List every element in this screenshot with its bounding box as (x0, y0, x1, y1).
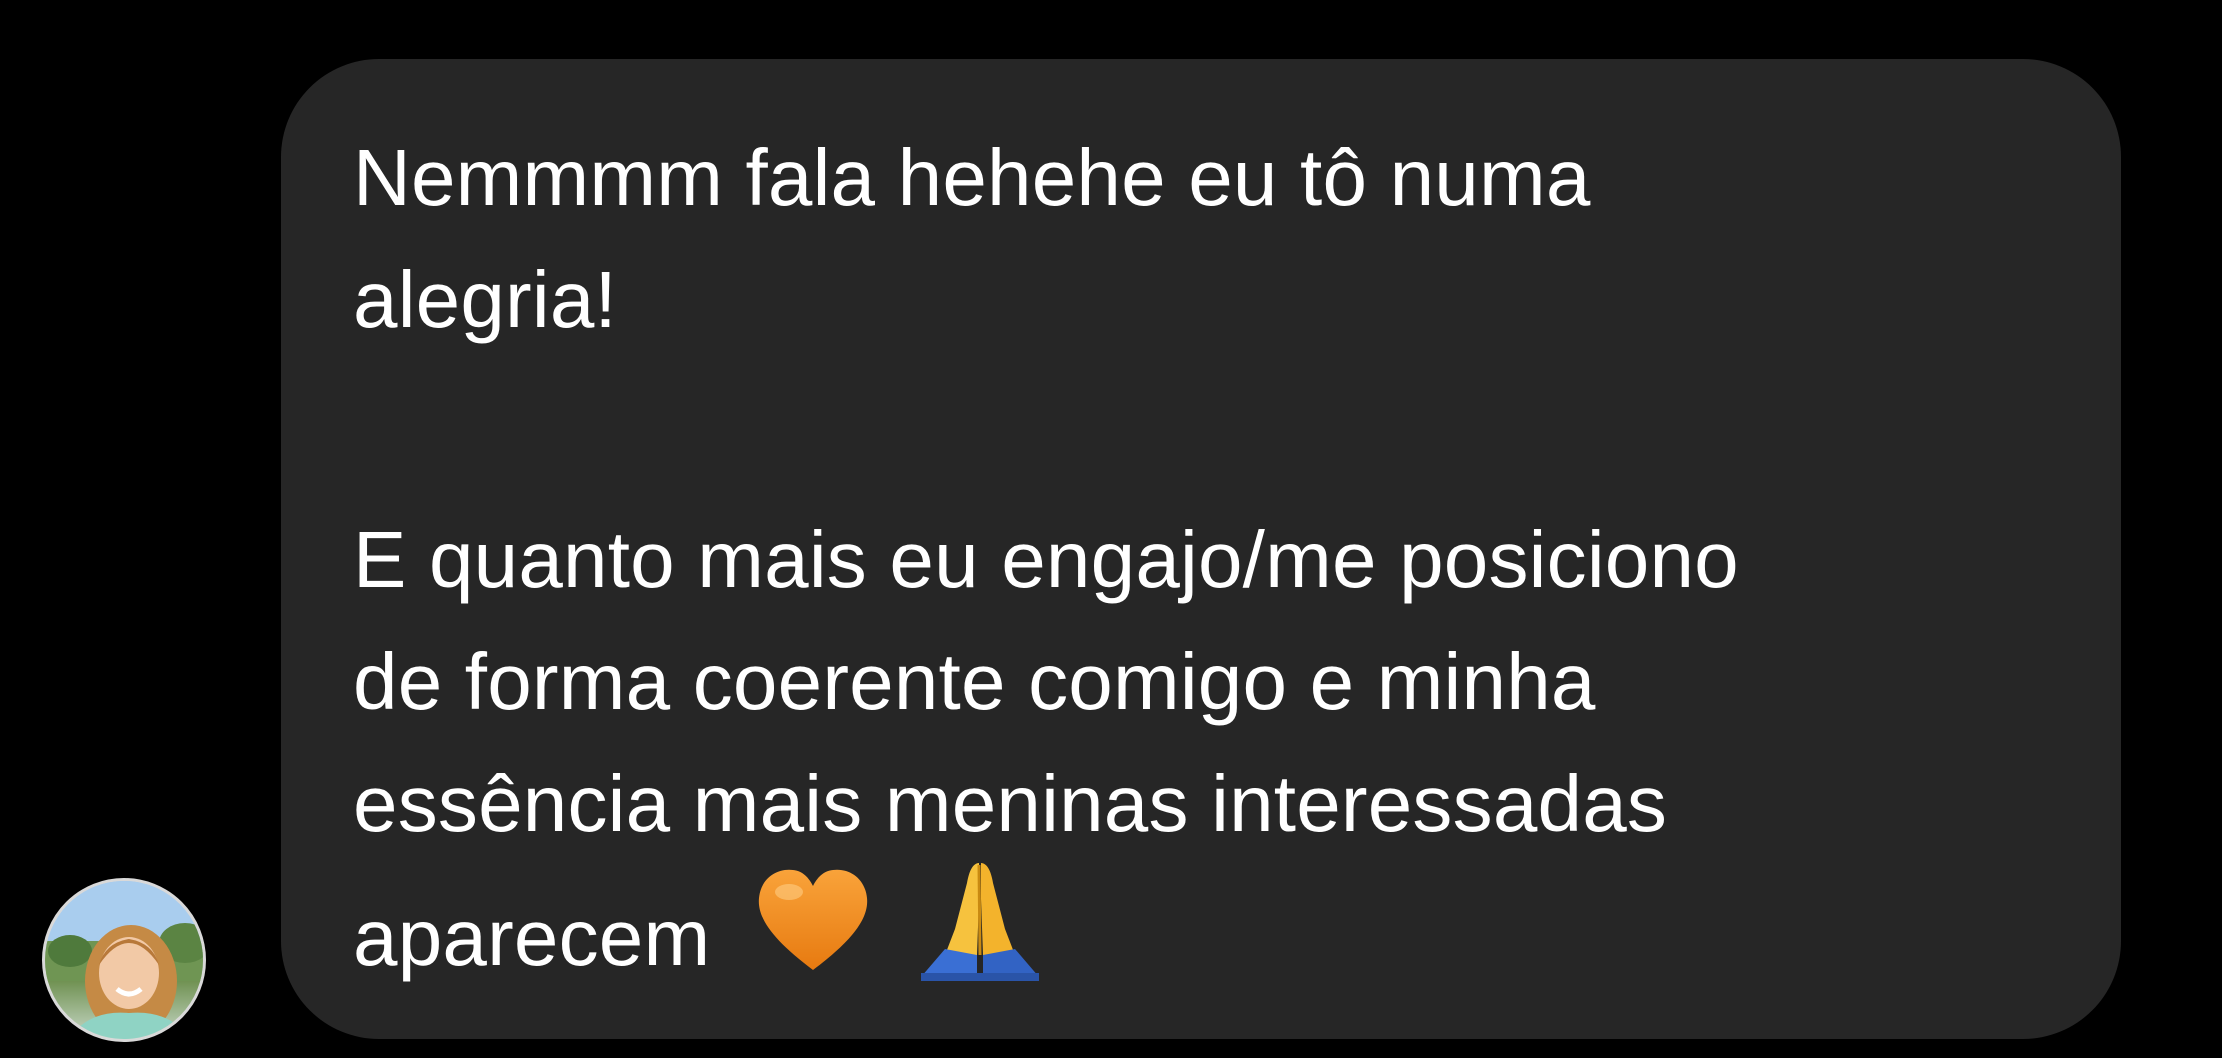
message-line: alegria! (353, 255, 617, 344)
message-line-text: aparecem (353, 893, 711, 983)
message-line: de forma coerente comigo e minha (353, 637, 1596, 726)
avatar-photo (45, 881, 203, 1039)
message-line: E quanto mais eu engajo/me posiciono (353, 515, 1739, 604)
chat-area: Nemmmm fala hehehe eu tô numa alegria! E… (0, 0, 2222, 1058)
message-line: essência mais meninas interessadas (353, 759, 1668, 848)
orange-heart-icon (753, 866, 873, 1010)
message-last-line: aparecem (353, 863, 2049, 987)
sender-avatar[interactable] (42, 878, 206, 1042)
folded-hands-icon (915, 859, 1045, 1017)
message-bubble[interactable]: Nemmmm fala hehehe eu tô numa alegria! E… (281, 59, 2121, 1039)
message-line: Nemmmm fala hehehe eu tô numa (353, 133, 1591, 222)
